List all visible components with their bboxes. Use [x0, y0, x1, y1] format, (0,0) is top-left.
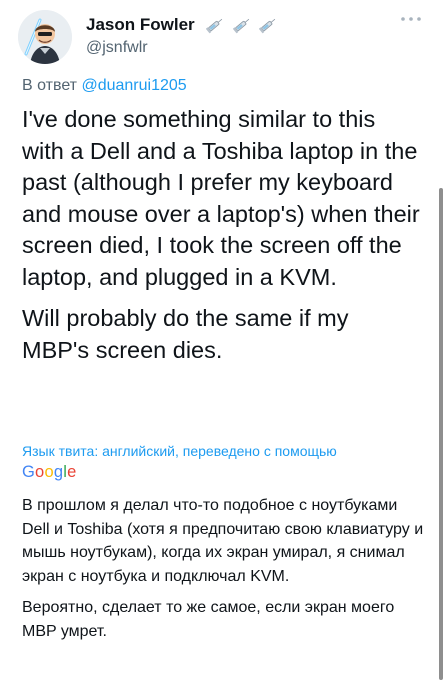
- reply-prefix: В ответ: [22, 77, 78, 94]
- reply-to-line: В ответ @duanrui1205: [22, 76, 187, 96]
- tweet-paragraph: I've done something similar to this with…: [22, 106, 420, 290]
- syringe-icon: [259, 18, 276, 34]
- more-options-icon[interactable]: [399, 14, 423, 24]
- avatar[interactable]: [18, 10, 72, 64]
- author-display-name[interactable]: Jason Fowler: [86, 14, 195, 36]
- translated-text: В прошлом я делал что-то подобное с ноут…: [22, 494, 427, 651]
- tweet-paragraph: Will probably do the same if my MBP's sc…: [22, 305, 349, 363]
- reply-to-handle-link[interactable]: @duanrui1205: [81, 77, 186, 94]
- google-letter: e: [67, 463, 77, 481]
- google-letter: G: [22, 463, 36, 481]
- author-badges: [205, 15, 280, 35]
- scrollbar[interactable]: [439, 188, 443, 680]
- tweet-text: I've done something similar to this with…: [22, 104, 422, 376]
- translated-paragraph: В прошлом я делал что-то подобное с ноут…: [22, 497, 424, 585]
- syringe-icon: [232, 18, 249, 34]
- author-block: Jason Fowler @jsnfwlr: [86, 14, 280, 58]
- translation-attribution[interactable]: Язык твита: английский, переведено с пом…: [22, 442, 337, 460]
- google-logo[interactable]: Google: [22, 461, 76, 483]
- translated-paragraph: Вероятно, сделает то же самое, если экра…: [22, 599, 395, 640]
- avatar-image: [18, 10, 72, 64]
- google-letter: g: [53, 463, 64, 481]
- google-letter: o: [44, 463, 54, 481]
- syringe-icon: [206, 18, 223, 34]
- author-handle[interactable]: @jsnfwlr: [86, 38, 280, 58]
- tweet: Jason Fowler @jsnfwlr В ответ @duanrui12…: [0, 0, 445, 680]
